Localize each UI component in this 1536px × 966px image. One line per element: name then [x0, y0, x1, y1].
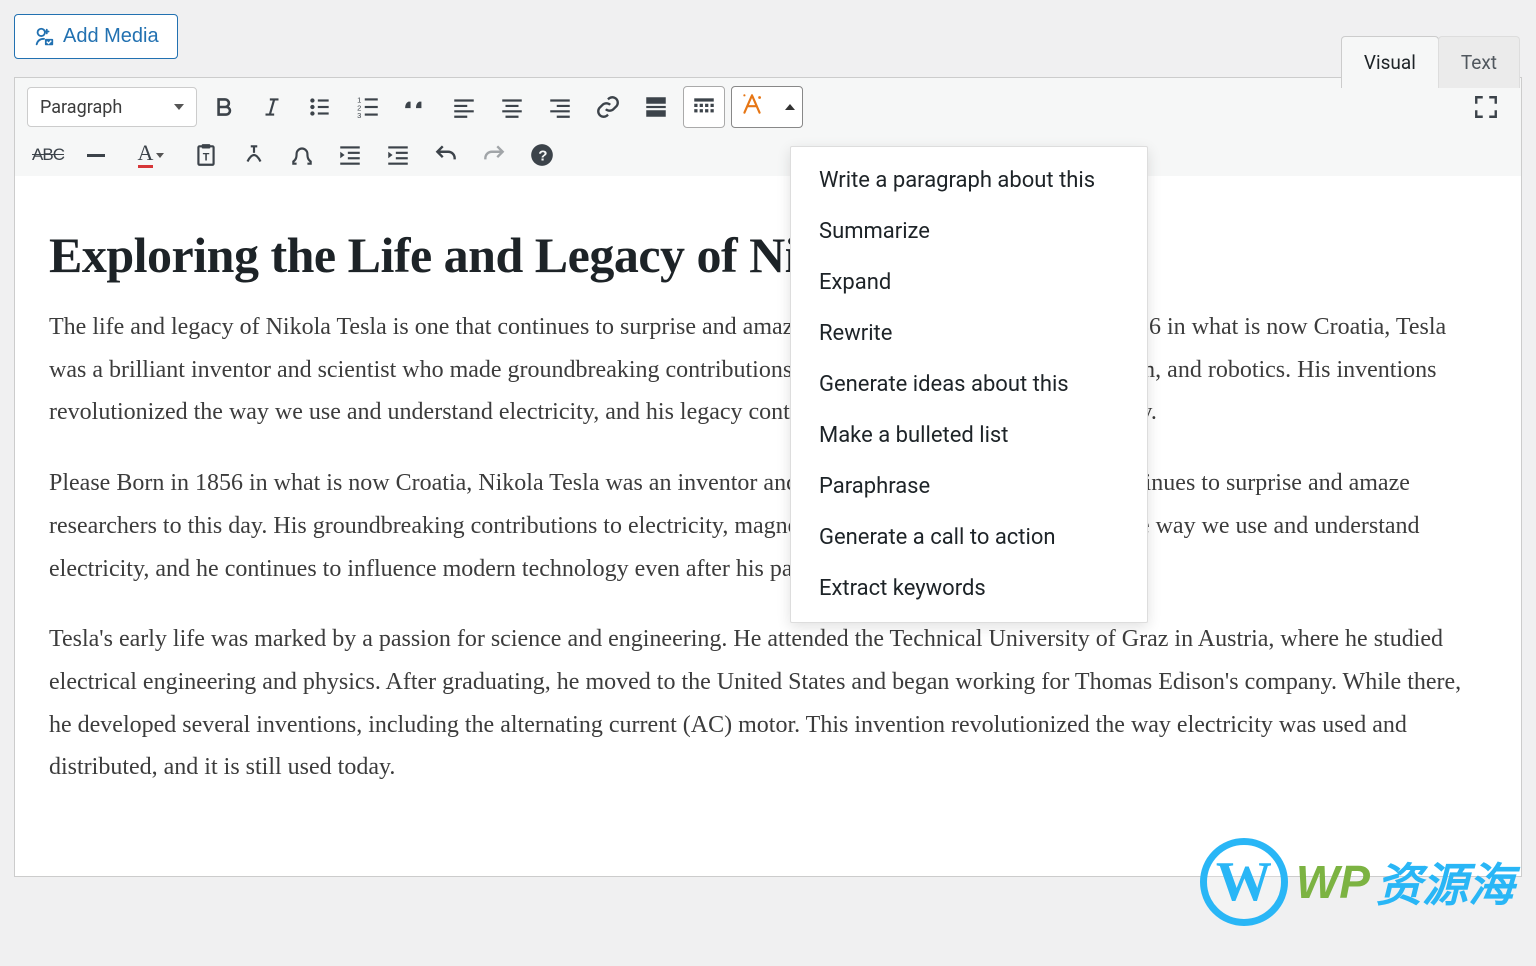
add-media-label: Add Media: [63, 25, 159, 48]
ai-button-group: [731, 86, 803, 128]
ai-dropdown-menu: Write a paragraph about this Summarize E…: [790, 146, 1148, 623]
text-color-button[interactable]: A: [123, 134, 179, 176]
indent-button[interactable]: [377, 134, 419, 176]
svg-text:3: 3: [357, 111, 361, 120]
paragraph-3: Tesla's early life was marked by a passi…: [49, 618, 1487, 789]
svg-text:T: T: [203, 151, 210, 163]
ai-menu-bulleted-list[interactable]: Make a bulleted list: [791, 410, 1147, 461]
paragraph-2: Please Born in 1856 in what is now Croat…: [49, 462, 1487, 590]
media-icon: [33, 26, 55, 48]
caret-up-icon: [785, 104, 795, 110]
caret-down-icon: [156, 153, 164, 158]
ai-menu-rewrite[interactable]: Rewrite: [791, 308, 1147, 359]
ai-menu-generate-ideas[interactable]: Generate ideas about this: [791, 359, 1147, 410]
ai-menu-expand[interactable]: Expand: [791, 257, 1147, 308]
format-select-value: Paragraph: [40, 97, 122, 118]
add-media-button[interactable]: Add Media: [14, 14, 178, 59]
align-center-button[interactable]: [491, 86, 533, 128]
special-char-button[interactable]: [281, 134, 323, 176]
align-left-button[interactable]: [443, 86, 485, 128]
ai-menu-extract-keywords[interactable]: Extract keywords: [791, 563, 1147, 614]
outdent-button[interactable]: [329, 134, 371, 176]
hr-icon: [87, 154, 105, 157]
ai-menu-summarize[interactable]: Summarize: [791, 206, 1147, 257]
align-right-button[interactable]: [539, 86, 581, 128]
bold-button[interactable]: [203, 86, 245, 128]
editor-toolbar: Paragraph 123: [15, 78, 1521, 176]
editor-container: Paragraph 123: [14, 77, 1522, 877]
ai-menu-call-to-action[interactable]: Generate a call to action: [791, 512, 1147, 563]
fullscreen-button[interactable]: [1465, 86, 1507, 128]
paragraph-1: The life and legacy of Nikola Tesla is o…: [49, 306, 1487, 434]
ai-menu-paraphrase[interactable]: Paraphrase: [791, 461, 1147, 512]
numbered-list-button[interactable]: 123: [347, 86, 389, 128]
post-title: Exploring the Life and Legacy of Nikola …: [49, 226, 1487, 284]
caret-down-icon: [174, 104, 184, 110]
strikethrough-button[interactable]: ABC: [27, 134, 69, 176]
bullet-list-button[interactable]: [299, 86, 341, 128]
ai-menu-write-paragraph[interactable]: Write a paragraph about this: [791, 155, 1147, 206]
readmore-button[interactable]: [635, 86, 677, 128]
link-button[interactable]: [587, 86, 629, 128]
ai-button[interactable]: [732, 87, 772, 127]
horizontal-rule-button[interactable]: [75, 134, 117, 176]
undo-button[interactable]: [425, 134, 467, 176]
toolbar-toggle-button[interactable]: [683, 86, 725, 128]
editor-content-area[interactable]: Exploring the Life and Legacy of Nikola …: [15, 176, 1521, 876]
italic-button[interactable]: [251, 86, 293, 128]
help-button[interactable]: ?: [521, 134, 563, 176]
ai-icon: [739, 91, 765, 123]
svg-text:?: ?: [538, 147, 547, 164]
ai-dropdown-toggle[interactable]: [772, 87, 802, 127]
blockquote-button[interactable]: [395, 86, 437, 128]
paste-text-button[interactable]: T: [185, 134, 227, 176]
redo-button[interactable]: [473, 134, 515, 176]
format-select[interactable]: Paragraph: [27, 87, 197, 127]
clear-formatting-button[interactable]: [233, 134, 275, 176]
